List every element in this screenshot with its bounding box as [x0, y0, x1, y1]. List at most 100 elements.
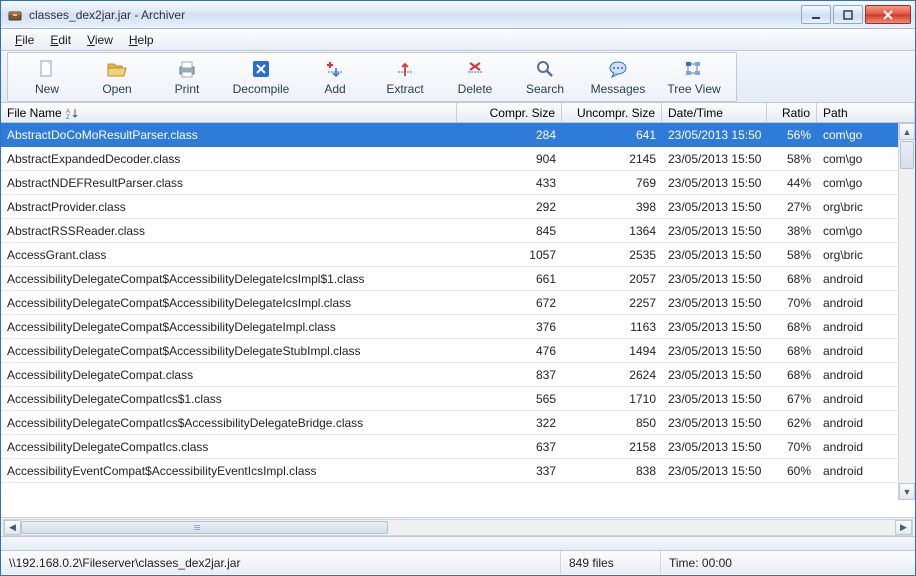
cell-ratio: 68%	[767, 272, 817, 286]
menu-help[interactable]: Help	[123, 31, 160, 49]
cell-path: org\bric	[817, 248, 898, 262]
cell-ratio: 56%	[767, 128, 817, 142]
delete-button[interactable]: Delete	[440, 56, 510, 98]
cell-path: org\bric	[817, 200, 898, 214]
table-row[interactable]: AccessibilityDelegateCompat$Accessibilit…	[1, 339, 898, 363]
cell-date: 23/05/2013 15:50	[662, 224, 767, 238]
table-row[interactable]: AccessibilityDelegateCompatIcs.class6372…	[1, 435, 898, 459]
cell-ratio: 62%	[767, 416, 817, 430]
cell-date: 23/05/2013 15:50	[662, 272, 767, 286]
column-header: File Name AZ Compr. Size Uncompr. Size D…	[1, 103, 915, 123]
toolbar-label: Open	[102, 82, 131, 96]
table-row[interactable]: AccessibilityDelegateCompatIcs$Accessibi…	[1, 411, 898, 435]
table-row[interactable]: AbstractDoCoMoResultParser.class28464123…	[1, 123, 898, 147]
cell-name: AccessibilityDelegateCompat$Accessibilit…	[1, 296, 457, 310]
cell-uncompr: 850	[562, 416, 662, 430]
cell-name: AccessibilityEventCompat$AccessibilityEv…	[1, 464, 457, 478]
toolbar-label: New	[35, 82, 59, 96]
add-button[interactable]: Add	[300, 56, 370, 98]
cell-path: android	[817, 392, 898, 406]
scroll-left-button[interactable]: ◀	[4, 520, 21, 535]
treeview-button[interactable]: Tree View	[656, 56, 732, 98]
toolbar-label: Delete	[458, 82, 493, 96]
table-row[interactable]: AccessibilityDelegateCompat.class8372624…	[1, 363, 898, 387]
scroll-down-button[interactable]: ▼	[899, 483, 915, 500]
cell-date: 23/05/2013 15:50	[662, 392, 767, 406]
table-row[interactable]: AccessibilityDelegateCompat$Accessibilit…	[1, 267, 898, 291]
cell-path: android	[817, 272, 898, 286]
column-compressed-size[interactable]: Compr. Size	[457, 103, 562, 122]
horizontal-scrollbar[interactable]: ◀ ▶	[3, 519, 913, 536]
column-datetime[interactable]: Date/Time	[662, 103, 767, 122]
table-row[interactable]: AccessibilityEventCompat$AccessibilityEv…	[1, 459, 898, 483]
table-row[interactable]: AccessibilityDelegateCompat$Accessibilit…	[1, 315, 898, 339]
delete-icon	[464, 58, 486, 80]
minimize-button[interactable]	[801, 5, 831, 24]
cell-uncompr: 1364	[562, 224, 662, 238]
scroll-right-button[interactable]: ▶	[895, 520, 912, 535]
table-row[interactable]: AbstractExpandedDecoder.class904214523/0…	[1, 147, 898, 171]
table-row[interactable]: AccessibilityDelegateCompatIcs$1.class56…	[1, 387, 898, 411]
cell-name: AccessibilityDelegateCompatIcs.class	[1, 440, 457, 454]
add-icon	[324, 58, 346, 80]
cell-compr: 322	[457, 416, 562, 430]
cell-uncompr: 838	[562, 464, 662, 478]
search-button[interactable]: Search	[510, 56, 580, 98]
cell-name: AbstractNDEFResultParser.class	[1, 176, 457, 190]
menu-view[interactable]: View	[81, 31, 119, 49]
extract-button[interactable]: Extract	[370, 56, 440, 98]
column-name[interactable]: File Name AZ	[1, 103, 457, 122]
toolbar-label: Add	[324, 82, 345, 96]
cell-compr: 433	[457, 176, 562, 190]
menu-edit[interactable]: Edit	[44, 31, 77, 49]
treeview-icon	[683, 58, 705, 80]
new-button[interactable]: New	[12, 56, 82, 98]
column-uncompressed-size[interactable]: Uncompr. Size	[562, 103, 662, 122]
cell-uncompr: 1710	[562, 392, 662, 406]
cell-name: AbstractRSSReader.class	[1, 224, 457, 238]
cell-ratio: 68%	[767, 320, 817, 334]
hscroll-thumb[interactable]	[21, 521, 388, 534]
close-button[interactable]	[865, 5, 911, 24]
cell-name: AbstractProvider.class	[1, 200, 457, 214]
cell-uncompr: 2145	[562, 152, 662, 166]
column-path[interactable]: Path	[817, 103, 915, 122]
table-row[interactable]: AbstractRSSReader.class845136423/05/2013…	[1, 219, 898, 243]
table-row[interactable]: AccessGrant.class1057253523/05/2013 15:5…	[1, 243, 898, 267]
cell-date: 23/05/2013 15:50	[662, 296, 767, 310]
toolbar: New Open Print Decompile Add Extract Del…	[1, 51, 915, 103]
table-row[interactable]: AccessibilityDelegateCompat$Accessibilit…	[1, 291, 898, 315]
horizontal-scroll-area: ◀ ▶	[1, 517, 915, 536]
decompile-button[interactable]: Decompile	[222, 56, 300, 98]
table-row[interactable]: AbstractProvider.class29239823/05/2013 1…	[1, 195, 898, 219]
messages-button[interactable]: Messages	[580, 56, 656, 98]
cell-path: android	[817, 344, 898, 358]
toolbar-group: New Open Print Decompile Add Extract Del…	[7, 52, 737, 102]
cell-path: android	[817, 368, 898, 382]
cell-date: 23/05/2013 15:50	[662, 464, 767, 478]
print-button[interactable]: Print	[152, 56, 222, 98]
cell-uncompr: 2158	[562, 440, 662, 454]
menu-file[interactable]: File	[9, 31, 40, 49]
cell-name: AccessibilityDelegateCompat$Accessibilit…	[1, 344, 457, 358]
maximize-button[interactable]	[833, 5, 863, 24]
open-button[interactable]: Open	[82, 56, 152, 98]
vertical-scrollbar[interactable]: ▲ ▼	[898, 123, 915, 500]
cell-path: com\go	[817, 128, 898, 142]
scroll-thumb[interactable]	[900, 141, 914, 169]
column-ratio[interactable]: Ratio	[767, 103, 817, 122]
toolbar-label: Search	[526, 82, 564, 96]
cell-compr: 1057	[457, 248, 562, 262]
cell-name: AccessibilityDelegateCompatIcs$Accessibi…	[1, 416, 457, 430]
svg-text:Z: Z	[66, 115, 70, 119]
scroll-up-button[interactable]: ▲	[899, 123, 915, 140]
cell-path: android	[817, 416, 898, 430]
status-file-count: 849 files	[561, 551, 661, 574]
open-icon	[106, 58, 128, 80]
cell-compr: 837	[457, 368, 562, 382]
cell-ratio: 60%	[767, 464, 817, 478]
cell-date: 23/05/2013 15:50	[662, 344, 767, 358]
table-row[interactable]: AbstractNDEFResultParser.class43376923/0…	[1, 171, 898, 195]
cell-date: 23/05/2013 15:50	[662, 320, 767, 334]
search-icon	[534, 58, 556, 80]
